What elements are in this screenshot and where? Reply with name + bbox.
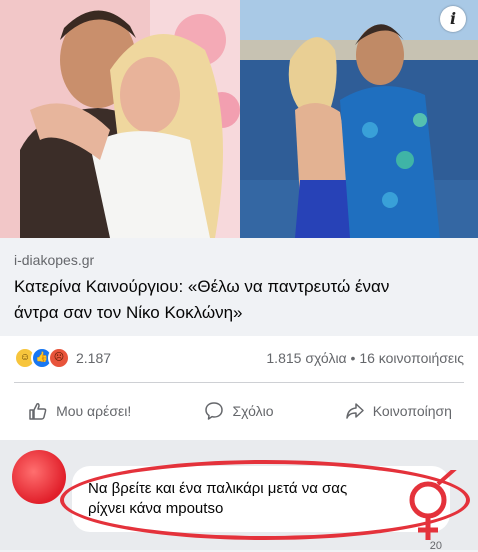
like-button[interactable]: Μου αρέσει! — [0, 386, 159, 436]
info-icon[interactable]: i — [440, 6, 466, 32]
angry-icon: ☹ — [48, 347, 70, 369]
link-domain: i-diakopes.gr — [14, 252, 95, 268]
link-post-card: i i-diakopes.gr Κατερίνα Καινούργιου: «Θ… — [0, 0, 478, 440]
headline-line-2: άντρα σαν τον Νίκο Κοκλώνη» — [14, 303, 243, 322]
preview-photos[interactable]: i — [0, 0, 478, 238]
share-icon — [345, 403, 364, 419]
like-label: Μου αρέσει! — [56, 403, 132, 419]
divider — [14, 382, 464, 383]
reaction-summary[interactable]: ☺ 👍 ☹ 2.187 — [14, 347, 112, 369]
link-meta[interactable]: i-diakopes.gr Κατερίνα Καινούργιου: «Θέλ… — [0, 238, 478, 336]
share-button[interactable]: Κοινοποίηση — [319, 386, 478, 436]
link-headline[interactable]: Κατερίνα Καινούργιου: «Θέλω να παντρευτώ… — [14, 274, 464, 326]
reaction-count: 2.187 — [76, 350, 112, 366]
thumbs-up-icon — [29, 403, 47, 420]
gender-symbol-watermark — [409, 470, 457, 540]
comment-line-2: ρίχνει κάνα mpoutso — [88, 500, 224, 517]
avatar[interactable] — [12, 450, 66, 504]
photo-couple-sea: i — [240, 0, 478, 238]
share-label: Κοινοποίηση — [372, 403, 452, 419]
comment-icon — [205, 402, 224, 420]
photo-couple-indoor — [0, 0, 240, 238]
comment-label: Σχόλιο — [232, 403, 274, 419]
comment-line-1: Να βρείτε και ένα παλικάρι μετά να σας — [88, 480, 348, 497]
action-bar: Μου αρέσει! Σχόλιο Κοινοποίηση — [0, 386, 478, 436]
headline-line-1: Κατερίνα Καινούργιου: «Θέλω να παντρευτώ… — [14, 277, 390, 296]
comment-button[interactable]: Σχόλιο — [159, 386, 318, 436]
comments-shares-count[interactable]: 1.815 σχόλια • 16 κοινοποιήσεις — [266, 350, 464, 366]
post-stats: ☺ 👍 ☹ 2.187 1.815 σχόλια • 16 κοινοποιήσ… — [0, 336, 478, 386]
